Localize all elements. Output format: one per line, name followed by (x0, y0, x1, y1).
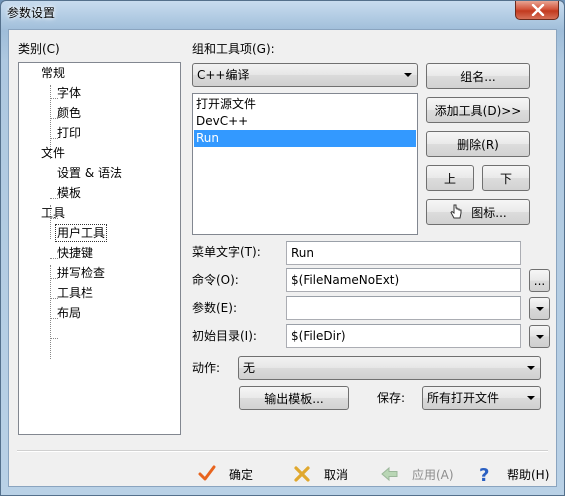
icon-button-label: 图标... (471, 205, 507, 220)
dialog-body: 类别(C) 常规 字体 颜色 打印 文件 设置 & 语法 模板 工具 用户工具 (8, 29, 557, 487)
move-up-button[interactable]: 上 (426, 165, 474, 191)
group-name-button[interactable]: 组名... (426, 63, 530, 89)
apply-label: 应用(A) (412, 467, 454, 482)
group-label: 组和工具项(G): (192, 42, 275, 56)
dialog-window: 参数设置 类别(C) 常规 字体 颜色 打印 文件 设置 & 语法 模板 工具 … (0, 0, 565, 496)
cancel-button[interactable]: 取消 (292, 464, 348, 484)
save-select-value: 所有打开文件 (427, 391, 500, 405)
hand-pointer-icon (450, 204, 462, 219)
category-tree[interactable]: 常规 字体 颜色 打印 文件 设置 & 语法 模板 工具 用户工具 快捷键 拼写… (18, 62, 181, 435)
tree-line (50, 338, 58, 339)
tool-list-item-selected[interactable]: Run (194, 130, 416, 147)
chevron-down-icon (536, 335, 544, 339)
divider (17, 450, 548, 452)
chevron-down-icon (527, 366, 535, 370)
menu-text-label: 菜单文字(T): (192, 245, 261, 259)
tree-line (50, 265, 51, 359)
command-label: 命令(O): (192, 273, 239, 287)
cross-icon (294, 466, 310, 482)
group-select-value: C++编译 (197, 68, 250, 82)
chevron-down-icon (527, 396, 535, 400)
output-template-button[interactable]: 输出模板... (239, 386, 349, 410)
tree-item-toolbar[interactable]: 工具栏 (55, 285, 95, 301)
delete-button[interactable]: 删除(R) (426, 131, 530, 157)
initdir-dropdown-button[interactable] (529, 325, 550, 348)
group-select[interactable]: C++编译 (192, 63, 418, 87)
category-label: 类别(C) (18, 42, 60, 56)
move-down-button[interactable]: 下 (482, 165, 530, 191)
tool-list[interactable]: 打开源文件 DevC++ Run (192, 93, 418, 235)
ok-button[interactable]: 确定 (197, 464, 253, 484)
command-field[interactable]: $(FileNameNoExt) (286, 268, 521, 292)
tree-item-tools[interactable]: 工具 (39, 205, 67, 221)
initdir-label: 初始目录(I): (192, 329, 257, 343)
tree-item-general[interactable]: 常规 (39, 65, 67, 81)
close-button[interactable] (515, 1, 559, 20)
chevron-down-icon (536, 307, 544, 311)
action-select-value: 无 (243, 361, 256, 375)
tool-list-item[interactable]: 打开源文件 (194, 96, 416, 113)
tool-list-item[interactable]: DevC++ (194, 113, 416, 130)
cancel-label: 取消 (324, 467, 349, 482)
icon-button[interactable]: 图标... (426, 199, 530, 225)
save-label: 保存: (377, 391, 406, 405)
svg-text:?: ? (479, 465, 489, 484)
initdir-field[interactable]: $(FileDir) (286, 324, 521, 348)
checkmark-icon (198, 465, 216, 481)
tree-item-settings-syntax[interactable]: 设置 & 语法 (55, 165, 124, 181)
title-bar: 参数设置 (1, 1, 564, 23)
tree-item-spellcheck[interactable]: 拼写检查 (55, 265, 107, 281)
browse-command-button[interactable]: ... (529, 269, 550, 292)
tree-item-template[interactable]: 模板 (55, 185, 83, 201)
tree-item-layout[interactable]: 布局 (55, 305, 83, 321)
save-select[interactable]: 所有打开文件 (422, 386, 541, 410)
chevron-down-icon (404, 73, 412, 77)
window-title: 参数设置 (7, 6, 56, 20)
tree-item-font[interactable]: 字体 (55, 85, 83, 101)
tree-item-file[interactable]: 文件 (39, 145, 67, 161)
apply-button[interactable]: 应用(A) (380, 464, 454, 484)
args-dropdown-button[interactable] (529, 297, 550, 320)
tree-item-shortcuts[interactable]: 快捷键 (55, 245, 95, 261)
args-label: 参数(E): (192, 301, 237, 315)
arrow-left-icon (381, 466, 398, 482)
tree-item-color[interactable]: 颜色 (55, 105, 83, 121)
menu-text-field[interactable]: Run (286, 241, 521, 265)
action-label: 动作: (192, 361, 221, 375)
tree-item-print[interactable]: 打印 (55, 125, 83, 141)
help-label: 帮助(H) (507, 467, 550, 482)
close-icon (531, 4, 545, 16)
ok-label: 确定 (229, 467, 254, 482)
tree-item-user-tools[interactable]: 用户工具 (55, 224, 108, 242)
action-select[interactable]: 无 (238, 356, 541, 380)
args-field[interactable] (286, 296, 521, 320)
add-tool-button[interactable]: 添加工具(D)>> (426, 97, 530, 123)
help-button[interactable]: ? 帮助(H) (475, 464, 549, 484)
question-mark-icon: ? (479, 465, 489, 484)
